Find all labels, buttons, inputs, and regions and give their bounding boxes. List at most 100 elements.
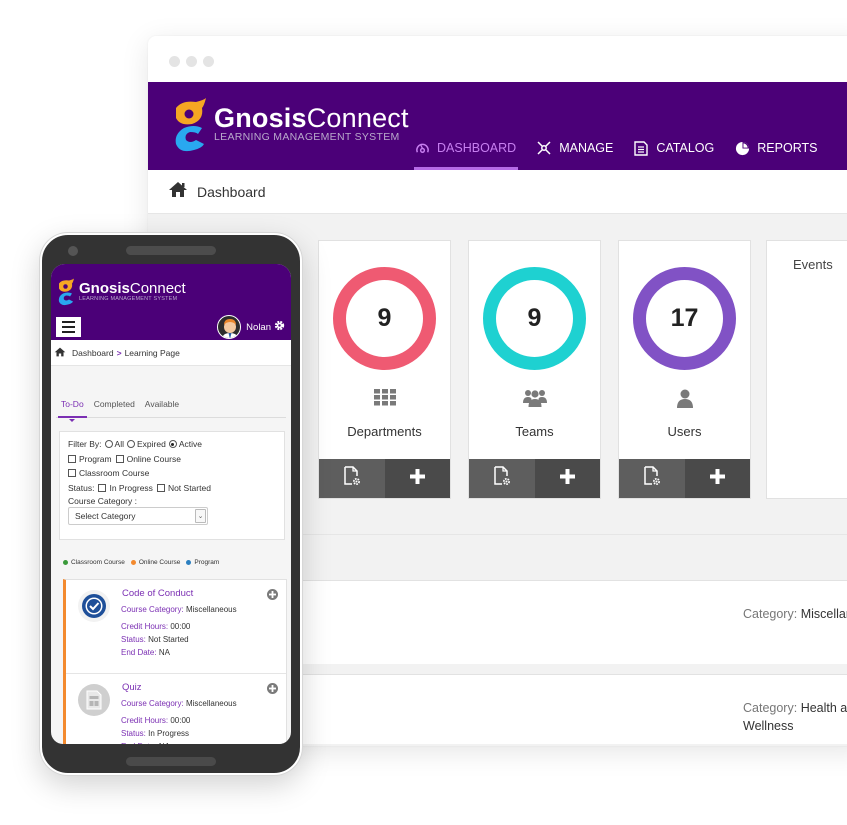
nav-catalog[interactable]: CATALOG	[633, 82, 714, 170]
window-dot-close[interactable]	[169, 56, 180, 67]
stat-ring[interactable]: 9	[333, 267, 436, 370]
stat-label: Departments	[347, 424, 422, 439]
breadcrumb-dashboard[interactable]: Dashboard	[197, 184, 266, 200]
stat-ring[interactable]: 9	[483, 267, 586, 370]
app-header: GnosisConnect LEARNING MANAGEMENT SYSTEM…	[148, 82, 847, 170]
radio-all[interactable]	[104, 440, 113, 449]
expand-plus-icon[interactable]	[267, 589, 278, 600]
mobile-logo[interactable]: GnosisConnect LEARNING MANAGEMENT SYSTEM	[57, 278, 186, 306]
nav-dashboard[interactable]: DASHBOARD	[414, 82, 519, 170]
filter-panel: Filter By: All Expired Active Program On…	[59, 431, 285, 540]
network-icon	[536, 140, 552, 156]
mobile-device: GnosisConnect LEARNING MANAGEMENT SYSTEM…	[40, 233, 302, 775]
stat-card-teams: 9 Teams	[468, 240, 601, 499]
nav-manage[interactable]: MANAGE	[536, 82, 613, 170]
list-item[interactable]: Code of Conduct Course Category: Miscell…	[66, 580, 286, 674]
menu-button[interactable]	[56, 317, 81, 337]
tab-completed[interactable]: Completed	[89, 394, 140, 417]
logo-mark-icon	[57, 278, 75, 306]
gear-icon[interactable]	[274, 318, 285, 336]
grid-icon	[319, 389, 450, 406]
checkbox-program[interactable]	[68, 454, 76, 463]
home-icon[interactable]	[54, 347, 66, 359]
window-controls	[169, 56, 214, 67]
report-button[interactable]	[319, 459, 385, 498]
app-logo[interactable]: GnosisConnect LEARNING MANAGEMENT SYSTEM	[172, 98, 409, 152]
stat-ring[interactable]: 17	[633, 267, 736, 370]
stat-card-departments: 9 Departments	[318, 240, 451, 499]
report-settings-icon	[493, 466, 511, 491]
type-row: Program Online Course	[68, 452, 276, 467]
checkbox-online-course[interactable]	[115, 454, 124, 463]
plus-icon	[709, 468, 725, 489]
learning-tabs: To-Do Completed Available	[56, 394, 286, 422]
window-dot-minimize[interactable]	[186, 56, 197, 67]
stage: GnosisConnect LEARNING MANAGEMENT SYSTEM…	[0, 0, 847, 825]
report-button[interactable]	[469, 459, 535, 498]
legend-classroom: Classroom Course	[63, 559, 125, 566]
radio-all-label: All	[114, 439, 124, 450]
checkbox-in-progress[interactable]	[98, 484, 107, 493]
add-button[interactable]	[384, 459, 450, 498]
stat-label: Users	[667, 424, 702, 439]
home-icon[interactable]	[168, 181, 188, 203]
nav-reports[interactable]: REPORTS	[734, 82, 817, 170]
stat-actions	[319, 459, 450, 498]
radio-active-label: Active	[178, 439, 202, 450]
checkbox-not-started-label: Not Started	[167, 483, 211, 494]
category-select[interactable]: Select Category ⌄	[68, 507, 208, 526]
report-button[interactable]	[619, 459, 685, 498]
quiz-document-icon	[78, 684, 110, 716]
logo-title: GnosisConnect	[214, 103, 409, 133]
report-settings-icon	[643, 466, 661, 491]
checkbox-program-label: Program	[79, 453, 112, 464]
logo-subtitle: LEARNING MANAGEMENT SYSTEM	[214, 131, 400, 143]
mobile-logo-subtitle: LEARNING MANAGEMENT SYSTEM	[79, 296, 178, 302]
expand-plus-icon[interactable]	[267, 683, 278, 694]
stat-label: Teams	[515, 424, 554, 439]
chevron-down-icon: ⌄	[195, 509, 206, 524]
tab-todo[interactable]: To-Do	[56, 394, 89, 422]
report-settings-icon	[343, 466, 361, 491]
course-category: Category: Miscellan	[743, 607, 847, 621]
phone-home-bar[interactable]	[126, 757, 216, 766]
checkbox-not-started[interactable]	[156, 484, 165, 493]
mobile-breadcrumb: Dashboard > Learning Page	[51, 340, 291, 366]
checkbox-classroom-course[interactable]	[68, 469, 76, 478]
add-button[interactable]	[684, 459, 750, 498]
breadcrumb-dashboard[interactable]: Dashboard	[72, 348, 114, 358]
checkbox-classroom-course-label: Classroom Course	[79, 468, 150, 479]
filter-by-row: Filter By: All Expired Active	[68, 437, 276, 452]
document-list-icon	[633, 140, 649, 156]
course-list: Code of Conduct Course Category: Miscell…	[63, 579, 287, 744]
browser-chrome	[148, 36, 847, 82]
legend-online: Online Course	[130, 559, 180, 566]
course-title[interactable]: Code of Conduct	[122, 588, 193, 599]
plus-icon	[559, 468, 575, 489]
avatar[interactable]	[217, 315, 242, 339]
status-row: Status: In Progress Not Started	[68, 481, 276, 496]
user-menu[interactable]: Nolan	[217, 315, 285, 339]
category-select-value: Select Category	[75, 511, 136, 522]
nav-reports-label: REPORTS	[757, 141, 818, 155]
breadcrumb: Dashboard	[148, 170, 847, 214]
radio-active[interactable]	[168, 440, 177, 449]
stat-card-users: 17 Users	[618, 240, 751, 499]
dashboard-gauge-icon	[414, 140, 430, 156]
breadcrumb-separator: >	[116, 347, 122, 358]
credit-hours-line: Credit Hours: 00:00	[121, 622, 191, 631]
main-nav: DASHBOARD MANAGE CATALOG REPORTS	[414, 82, 837, 170]
stat-actions	[619, 459, 750, 498]
list-item[interactable]: Quiz Course Category: Miscellaneous Cred…	[66, 674, 286, 744]
filter-by-label: Filter By:	[68, 439, 102, 450]
window-dot-maximize[interactable]	[203, 56, 214, 67]
phone-speaker	[126, 246, 216, 255]
course-title[interactable]: Quiz	[122, 682, 142, 693]
checkbox-in-progress-label: In Progress	[109, 483, 153, 494]
radio-expired[interactable]	[126, 440, 135, 449]
tab-available[interactable]: Available	[140, 394, 184, 417]
mobile-logo-title: GnosisConnect	[79, 280, 186, 297]
logo-mark-icon	[172, 98, 208, 152]
add-button[interactable]	[534, 459, 600, 498]
category-label-row: Course Category :	[68, 495, 276, 506]
